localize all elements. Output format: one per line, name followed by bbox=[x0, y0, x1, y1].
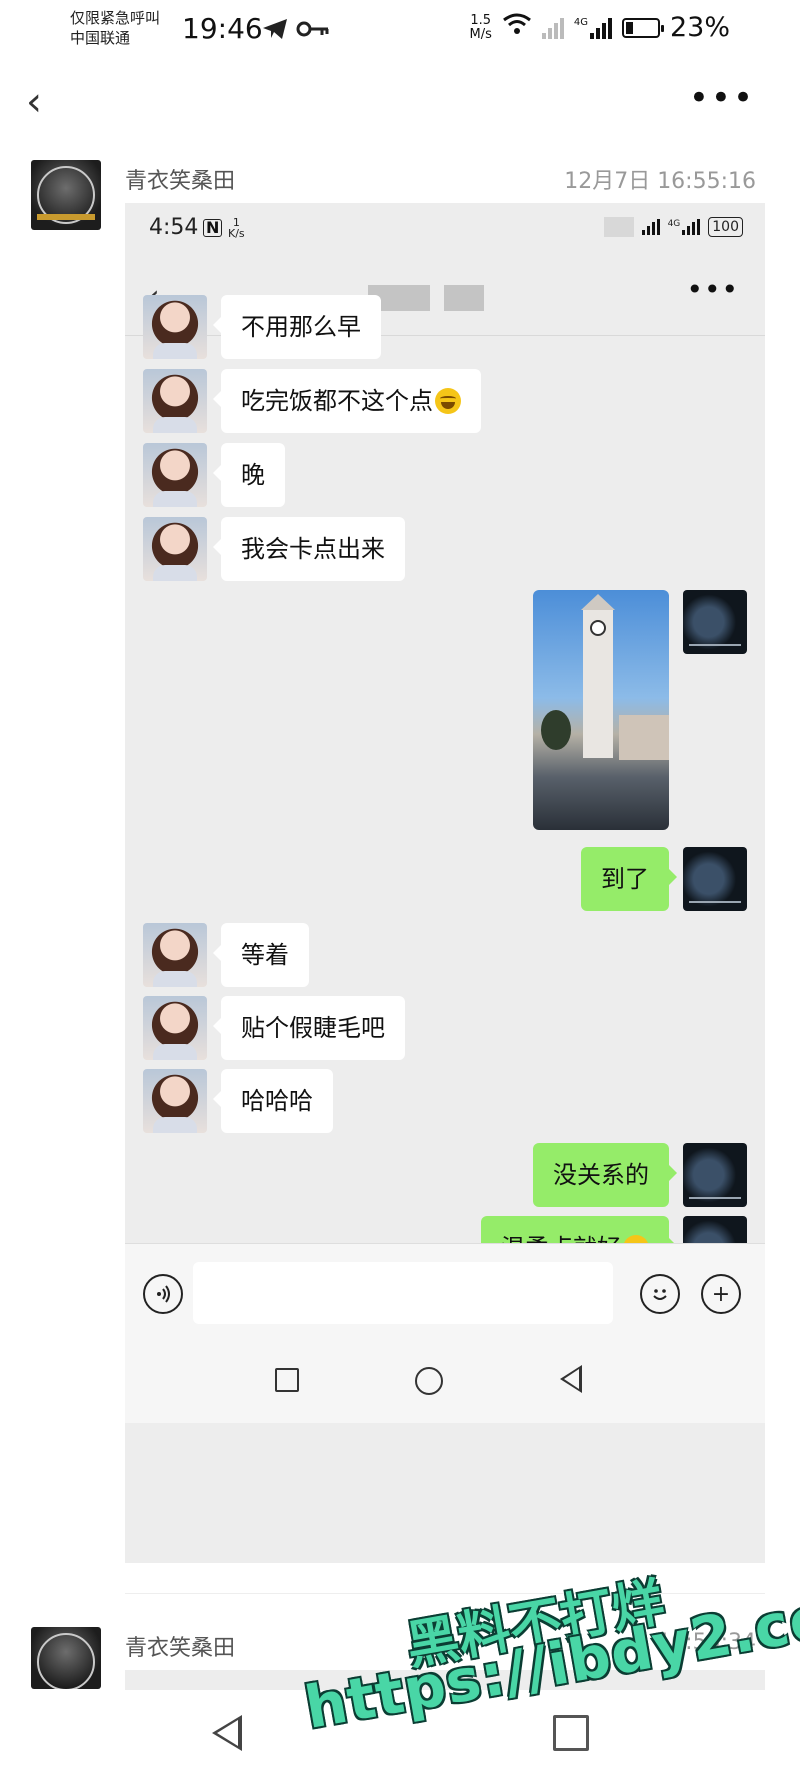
clock-tower-street-photo bbox=[533, 590, 669, 830]
laughing-face-emoji-icon bbox=[435, 388, 461, 414]
battery-icon bbox=[621, 17, 664, 38]
post-divider bbox=[125, 1593, 765, 1594]
inner-back-nav-icon bbox=[560, 1365, 582, 1393]
post-avatar[interactable] bbox=[31, 160, 101, 230]
post-avatar[interactable] bbox=[31, 1627, 101, 1689]
chevron-left-icon: ‹ bbox=[26, 79, 42, 125]
contact-avatar bbox=[143, 996, 207, 1060]
message-received: 我会卡点出来 bbox=[143, 517, 405, 581]
network-speed: 1.5 M/s bbox=[469, 12, 492, 42]
inner-message-input bbox=[193, 1262, 613, 1324]
inner-status-bar: 4:54 N 1 K/s 4G 100 bbox=[125, 203, 765, 257]
inner-network-speed: 1 K/s bbox=[228, 216, 245, 240]
message-bubble: 到了 bbox=[581, 847, 677, 911]
carrier-line-2: 中国联通 bbox=[70, 29, 131, 47]
inner-status-indicators: 4G 100 bbox=[603, 217, 743, 237]
carrier-info: 仅限紧急呼叫 中国联通 bbox=[70, 8, 160, 48]
contact-avatar bbox=[143, 295, 207, 359]
status-indicators: 1.5 M/s 4G 23% bbox=[469, 12, 730, 43]
telegram-icon bbox=[262, 18, 288, 44]
plus-icon: + bbox=[701, 1274, 741, 1314]
chat-screenshot-image[interactable]: 4:54 N 1 K/s 4G 100 ‹ ••• 不用那么早 吃完饭都不这个点… bbox=[125, 203, 765, 1563]
voice-icon bbox=[143, 1274, 183, 1314]
inner-home-icon bbox=[415, 1367, 443, 1395]
more-dots-icon: ••• bbox=[688, 78, 755, 118]
inner-more-icon: ••• bbox=[686, 273, 739, 306]
inner-status-time: 4:54 bbox=[149, 215, 199, 240]
user-avatar bbox=[683, 1143, 747, 1207]
contact-avatar bbox=[143, 923, 207, 987]
message-received: 贴个假睫毛吧 bbox=[143, 996, 405, 1060]
back-button[interactable]: ‹ bbox=[26, 82, 42, 122]
message-bubble: 不用那么早 bbox=[213, 295, 381, 359]
nfc-icon: N bbox=[203, 219, 223, 237]
blurred-region bbox=[603, 217, 634, 237]
contact-avatar bbox=[143, 443, 207, 507]
inner-recents-icon bbox=[275, 1368, 299, 1392]
blurred-contact-name bbox=[368, 285, 488, 311]
message-received: 哈哈哈 bbox=[143, 1069, 333, 1133]
key-icon bbox=[296, 20, 330, 42]
inner-compose-bar: + bbox=[125, 1243, 765, 1344]
contact-avatar bbox=[143, 369, 207, 433]
contact-avatar bbox=[143, 1069, 207, 1133]
message-bubble: 哈哈哈 bbox=[213, 1069, 333, 1133]
inner-signal-icon-2: 4G bbox=[668, 219, 701, 235]
user-avatar bbox=[683, 847, 747, 911]
carrier-line-1: 仅限紧急呼叫 bbox=[70, 9, 161, 27]
status-time: 19:46 bbox=[182, 12, 263, 45]
message-bubble: 等着 bbox=[213, 923, 309, 987]
signal-icon-sim1 bbox=[541, 17, 564, 39]
signal-icon-sim2: 4G bbox=[574, 17, 612, 39]
inner-signal-icon-1 bbox=[641, 219, 660, 235]
wifi-icon bbox=[502, 12, 532, 43]
system-back-icon[interactable] bbox=[212, 1715, 242, 1751]
message-sent-image bbox=[533, 590, 747, 830]
inner-battery: 100 bbox=[708, 217, 743, 237]
message-bubble: 贴个假睫毛吧 bbox=[213, 996, 405, 1060]
contact-avatar bbox=[143, 517, 207, 581]
message-sent: 没关系的 bbox=[533, 1143, 747, 1207]
message-bubble: 晚 bbox=[213, 443, 285, 507]
post-author[interactable]: 青衣笑桑田 bbox=[125, 1630, 235, 1662]
battery-percent: 23% bbox=[669, 12, 730, 43]
message-received: 晚 bbox=[143, 443, 285, 507]
smiley-icon bbox=[640, 1274, 680, 1314]
message-sent: 到了 bbox=[581, 847, 747, 911]
post-author[interactable]: 青衣笑桑田 bbox=[125, 163, 235, 195]
user-avatar bbox=[683, 590, 747, 654]
message-bubble: 吃完饭都不这个点 bbox=[213, 369, 481, 433]
post-timestamp: 12月7日 16:55:16 bbox=[564, 169, 756, 194]
message-received: 吃完饭都不这个点 bbox=[143, 369, 481, 433]
system-recents-icon[interactable] bbox=[553, 1715, 589, 1751]
message-received: 不用那么早 bbox=[143, 295, 381, 359]
message-bubble: 我会卡点出来 bbox=[213, 517, 405, 581]
inner-system-nav bbox=[125, 1343, 765, 1423]
more-button[interactable]: ••• bbox=[689, 78, 755, 118]
message-received: 等着 bbox=[143, 923, 309, 987]
message-bubble: 没关系的 bbox=[533, 1143, 677, 1207]
